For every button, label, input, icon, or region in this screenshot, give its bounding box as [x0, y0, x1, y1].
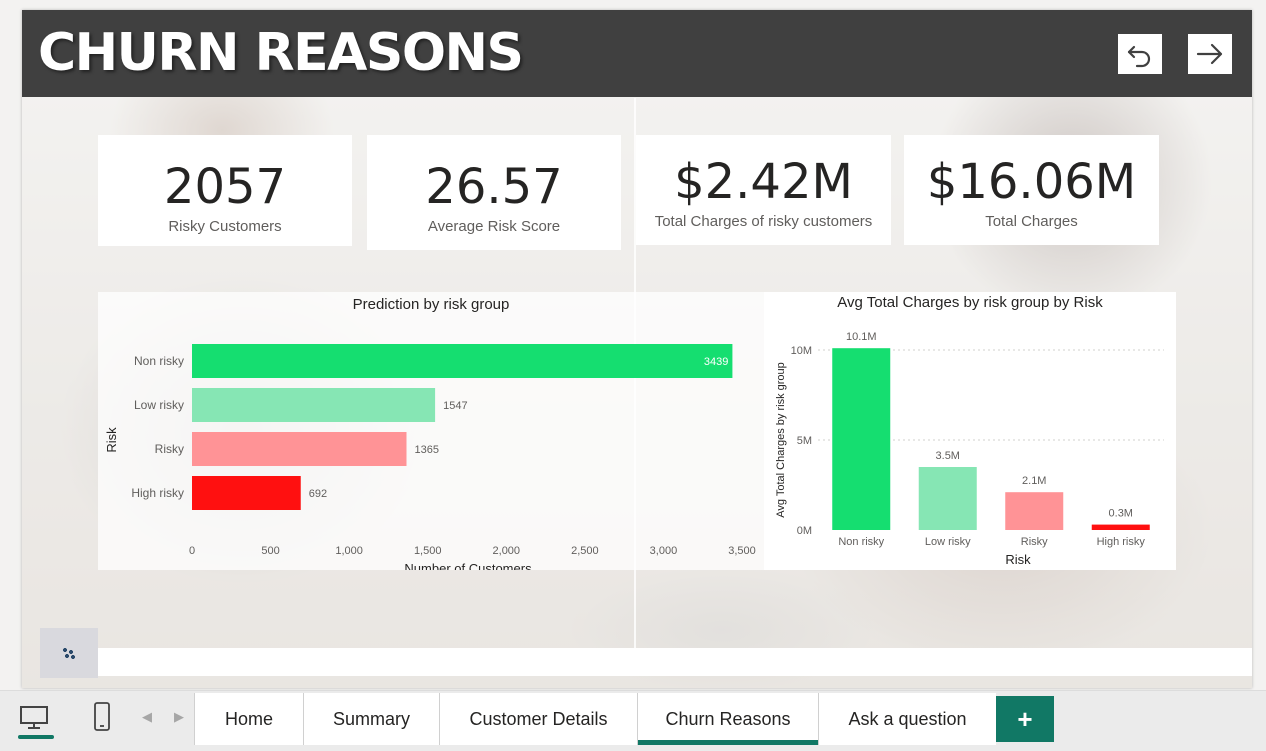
bar: [1091, 524, 1150, 530]
page-title: CHURN REASONS: [38, 23, 524, 83]
tab-summary[interactable]: Summary: [303, 693, 439, 745]
data-label: 1365: [415, 444, 439, 456]
x-tick-label: 3,000: [650, 545, 678, 557]
x-tick-label: 0: [189, 545, 195, 557]
category-label: Non risky: [134, 354, 184, 368]
category-label: Low risky: [925, 536, 971, 548]
y-axis-label: Risk: [104, 427, 119, 453]
x-tick-label: 500: [261, 545, 279, 557]
tab-label: Ask a question: [848, 708, 967, 729]
tab-label: Customer Details: [469, 708, 608, 729]
kpi-value: 2057: [163, 159, 287, 215]
data-label: 2.1M: [1022, 475, 1046, 487]
chevron-right-icon[interactable]: ▶: [174, 709, 184, 725]
tab-label: Churn Reasons: [665, 708, 791, 729]
undo-arrow-icon: [1127, 45, 1151, 68]
kpi-label: Risky Customers: [168, 218, 282, 235]
plus-icon: +: [1017, 703, 1033, 734]
forward-button[interactable]: [1188, 34, 1232, 74]
page-tabs: Home Summary Customer Details Churn Reas…: [194, 693, 1054, 747]
x-tick-label: 3,500: [728, 545, 756, 557]
kpi-value: 26.57: [425, 159, 563, 215]
x-tick-label: 2,000: [493, 545, 521, 557]
chart-prediction-by-risk-group: Prediction by risk group Non risky 3439 Lo…: [98, 292, 764, 570]
kpi-value: $16.06M: [926, 154, 1137, 210]
bar: [192, 344, 733, 378]
logo-mark-icon: [62, 647, 76, 659]
bar: [192, 476, 301, 510]
data-label: 1547: [443, 400, 467, 412]
hbar-chart-svg: Non risky 3439 Low risky 1547 Risky 1365 High …: [104, 344, 756, 570]
active-tab-indicator: [638, 740, 818, 745]
y-tick-label: 0M: [797, 525, 812, 537]
bar: [192, 432, 407, 466]
vbar-chart-svg: 0M 5M 10M 10.1M Non risky 3.5M Low risky 2.1M Ri…: [775, 331, 1164, 567]
bottom-strip: [98, 648, 1252, 676]
data-label: 3439: [704, 356, 728, 368]
category-label: High risky: [1097, 536, 1146, 548]
category-label: High risky: [131, 486, 184, 500]
page-tab-bar: ◀ ▶ Home Summary Customer Details Churn …: [0, 690, 1266, 751]
x-tick-label: 2,500: [571, 545, 599, 557]
phone-icon: [94, 702, 110, 731]
tab-label: Home: [224, 708, 273, 729]
kpi-card-total-charges-risky: $2.42M Total Charges of risky customers: [636, 135, 891, 245]
desktop-icon: [20, 706, 48, 729]
bar: [192, 388, 436, 422]
add-page-button[interactable]: +: [996, 696, 1054, 742]
bar: [1005, 492, 1064, 530]
x-axis-label: Number of Customers: [404, 561, 532, 570]
x-axis-label: Risk: [1005, 552, 1031, 567]
kpi-value: $2.42M: [674, 154, 853, 210]
kpi-label: Average Risk Score: [427, 218, 561, 235]
tab-customer-details[interactable]: Customer Details: [439, 693, 637, 745]
x-tick-label: 1,000: [335, 545, 363, 557]
phone-view-button[interactable]: [82, 691, 122, 743]
bar: [832, 348, 891, 530]
kpi-card-average-risk-score: 26.57 Average Risk Score: [367, 135, 621, 250]
y-tick-label: 5M: [797, 435, 812, 447]
chart-avg-total-charges: Avg Total Charges by risk group by Risk …: [764, 292, 1176, 570]
active-view-indicator: [18, 735, 54, 739]
bar: [918, 467, 977, 530]
tab-churn-reasons[interactable]: Churn Reasons: [637, 693, 818, 745]
tab-label: Summary: [332, 708, 410, 729]
kpi-card-total-charges: $16.06M Total Charges: [904, 135, 1159, 245]
chevron-left-icon[interactable]: ◀: [142, 709, 152, 725]
category-label: Risky: [1021, 536, 1048, 548]
report-canvas: CHURN REASONS 2057 Risky Customers 26.57…: [22, 10, 1252, 688]
kpi-card-risky-customers: 2057 Risky Customers: [98, 135, 352, 246]
data-label: 0.3M: [1109, 508, 1133, 520]
category-label: Low risky: [134, 398, 184, 412]
y-tick-label: 10M: [791, 345, 812, 357]
right-arrow-icon: [1196, 43, 1223, 65]
kpi-label: Total Charges of risky customers: [654, 213, 873, 230]
tab-home[interactable]: Home: [194, 693, 303, 745]
page-header: CHURN REASONS: [22, 10, 1252, 97]
data-label: 10.1M: [846, 331, 877, 343]
category-label: Non risky: [838, 536, 884, 548]
company-logo: [40, 628, 98, 678]
y-axis-label: Avg Total Charges by risk group: [775, 362, 787, 518]
data-label: 692: [309, 488, 327, 500]
x-tick-label: 1,500: [414, 545, 442, 557]
category-label: Risky: [155, 442, 184, 456]
kpi-label: Total Charges: [985, 213, 1078, 230]
data-label: 3.5M: [936, 450, 960, 462]
tab-ask-a-question[interactable]: Ask a question: [818, 693, 996, 745]
back-button[interactable]: [1118, 34, 1162, 74]
